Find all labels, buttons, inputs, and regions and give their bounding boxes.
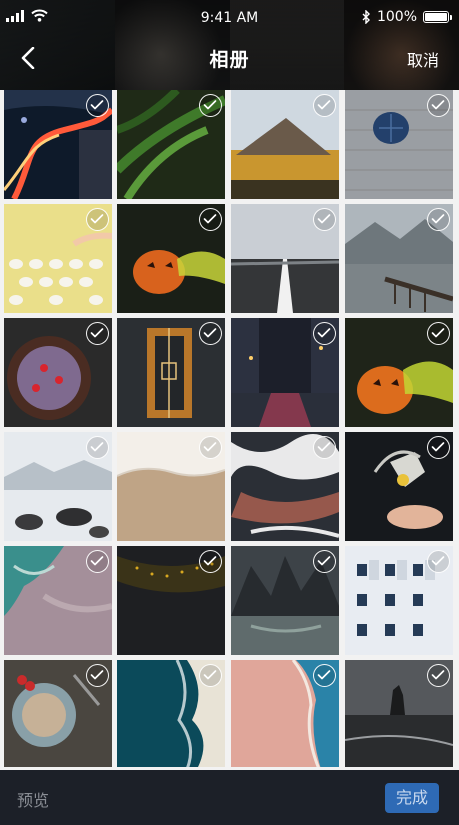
battery-percent: 100% xyxy=(376,9,417,25)
checkmark-icon xyxy=(431,442,445,452)
photo-thumbnail-chocolate-cake[interactable] xyxy=(4,318,112,427)
checkmark-icon xyxy=(203,556,217,566)
select-checkbox[interactable] xyxy=(427,208,450,231)
checkmark-icon xyxy=(203,214,217,224)
checkmark-icon xyxy=(90,328,104,338)
status-bar: 9:41 AM 100% xyxy=(0,0,459,36)
checkmark-icon xyxy=(90,556,104,566)
photo-thumbnail-lake-valley-mountains[interactable] xyxy=(231,546,339,655)
select-checkbox[interactable] xyxy=(427,664,450,687)
photo-thumbnail-dark-forest-aerial[interactable] xyxy=(117,546,225,655)
checkmark-icon xyxy=(317,556,331,566)
checkmark-icon xyxy=(317,100,331,110)
checkmark-icon xyxy=(317,442,331,452)
photo-thumbnail-pumpkin-smoke-2[interactable] xyxy=(345,318,453,427)
page-title: 相册 xyxy=(209,49,250,71)
checkmark-icon xyxy=(431,328,445,338)
select-checkbox[interactable] xyxy=(313,322,336,345)
bluetooth-icon xyxy=(362,10,370,24)
cancel-button[interactable]: 取消 xyxy=(407,47,439,71)
checkmark-icon xyxy=(431,556,445,566)
select-checkbox[interactable] xyxy=(427,436,450,459)
bottom-toolbar: 预览 完成 xyxy=(0,770,459,825)
select-checkbox[interactable] xyxy=(199,322,222,345)
photo-thumbnail-sea-urchin-on-tiles[interactable] xyxy=(345,90,453,199)
photo-grid xyxy=(4,90,455,767)
checkmark-icon xyxy=(203,100,217,110)
photo-thumbnail-ocean-waves-aerial[interactable] xyxy=(117,660,225,767)
select-checkbox[interactable] xyxy=(313,94,336,117)
photo-thumbnail-teal-shore-aerial[interactable] xyxy=(4,546,112,655)
select-checkbox[interactable] xyxy=(199,664,222,687)
photo-thumbnail-road-fog[interactable] xyxy=(231,204,339,313)
navigation-bar: 相册 取消 xyxy=(0,36,459,80)
select-checkbox[interactable] xyxy=(199,208,222,231)
photo-thumbnail-mountain-sunset[interactable] xyxy=(231,90,339,199)
checkmark-icon xyxy=(203,670,217,680)
select-checkbox[interactable] xyxy=(313,436,336,459)
header: 9:41 AM 100% 相册 取消 xyxy=(0,0,459,90)
photo-thumbnail-food-table[interactable] xyxy=(4,660,112,767)
checkmark-icon xyxy=(90,670,104,680)
checkmark-icon xyxy=(317,328,331,338)
select-checkbox[interactable] xyxy=(86,322,109,345)
checkmark-icon xyxy=(317,670,331,680)
select-checkbox[interactable] xyxy=(313,208,336,231)
select-checkbox[interactable] xyxy=(313,664,336,687)
photo-thumbnail-lake-pier-mountains[interactable] xyxy=(345,204,453,313)
checkmark-icon xyxy=(317,214,331,224)
photo-thumbnail-basketball-court-aerial[interactable] xyxy=(117,318,225,427)
photo-thumbnail-rainy-city-street[interactable] xyxy=(231,318,339,427)
select-checkbox[interactable] xyxy=(199,94,222,117)
select-checkbox[interactable] xyxy=(86,208,109,231)
select-checkbox[interactable] xyxy=(313,550,336,573)
checkmark-icon xyxy=(90,442,104,452)
preview-button[interactable]: 预览 xyxy=(17,787,49,811)
select-checkbox[interactable] xyxy=(86,436,109,459)
photo-thumbnail-snowy-rocks[interactable] xyxy=(4,432,112,541)
photo-thumbnail-pink-beach-aerial[interactable] xyxy=(231,660,339,767)
photo-thumbnail-night-highway-city[interactable] xyxy=(4,90,112,199)
checkmark-icon xyxy=(431,100,445,110)
checkmark-icon xyxy=(431,670,445,680)
photo-thumbnail-paper-texture[interactable] xyxy=(117,432,225,541)
select-checkbox[interactable] xyxy=(86,94,109,117)
photo-thumbnail-building-windows[interactable] xyxy=(345,546,453,655)
checkmark-icon xyxy=(203,328,217,338)
photo-thumbnail-pumpkin-smoke[interactable] xyxy=(117,204,225,313)
select-checkbox[interactable] xyxy=(427,94,450,117)
checkmark-icon xyxy=(90,100,104,110)
photo-thumbnail-yellow-eggs-hand[interactable] xyxy=(4,204,112,313)
select-checkbox[interactable] xyxy=(86,664,109,687)
checkmark-icon xyxy=(203,442,217,452)
done-button[interactable]: 完成 xyxy=(385,783,439,813)
select-checkbox[interactable] xyxy=(427,322,450,345)
photo-thumbnail-bird-on-hand[interactable] xyxy=(345,432,453,541)
select-checkbox[interactable] xyxy=(427,550,450,573)
select-checkbox[interactable] xyxy=(86,550,109,573)
select-checkbox[interactable] xyxy=(199,550,222,573)
photo-thumbnail-red-terrain-aerial[interactable] xyxy=(231,432,339,541)
photo-thumbnail-sea-stack-coast[interactable] xyxy=(345,660,453,767)
checkmark-icon xyxy=(431,214,445,224)
checkmark-icon xyxy=(90,214,104,224)
battery-icon xyxy=(423,11,452,23)
select-checkbox[interactable] xyxy=(199,436,222,459)
photo-thumbnail-green-fern[interactable] xyxy=(117,90,225,199)
